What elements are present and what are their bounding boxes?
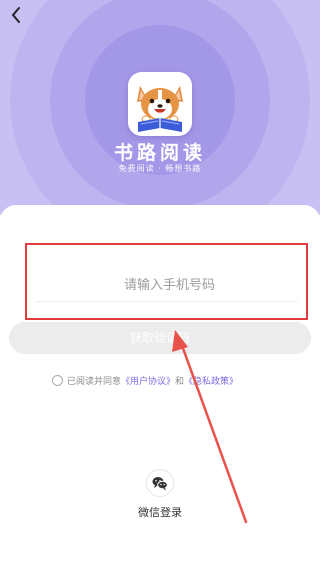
app-slogan: 免费阅读 · 畅想书路 [118, 164, 202, 173]
corgi-reading-book-logo [128, 72, 192, 136]
wechat-login-button[interactable] [146, 469, 174, 497]
agreement-conjunction: 和 [175, 376, 185, 387]
wechat-icon [152, 477, 168, 491]
user-agreement-link[interactable]: 《用户协议》 [121, 374, 175, 387]
phone-input-highlight [25, 243, 308, 320]
phone-number-input[interactable] [35, 273, 304, 297]
agreement-prefix: 已阅读并同意 [67, 376, 122, 387]
wechat-login-label[interactable]: 微信登录 [110, 504, 210, 520]
login-screen: 书路阅读 免费阅读 · 畅想书路 获取验证码 已阅读并同意 《用户协议》 和 《… [0, 0, 320, 569]
hero-banner: 书路阅读 免费阅读 · 畅想书路 [0, 0, 320, 215]
agreement-row: 已阅读并同意 《用户协议》 和 《隐私政策》 [52, 373, 238, 387]
privacy-policy-link[interactable]: 《隐私政策》 [184, 374, 238, 387]
agreement-checkbox[interactable] [52, 374, 63, 386]
get-verification-code-button[interactable]: 获取验证码 [9, 322, 311, 354]
phone-input-underline [35, 301, 298, 302]
chevron-left-icon [12, 7, 20, 23]
app-name: 书路阅读 [113, 142, 206, 164]
back-button[interactable] [6, 4, 28, 26]
app-logo [128, 72, 192, 136]
